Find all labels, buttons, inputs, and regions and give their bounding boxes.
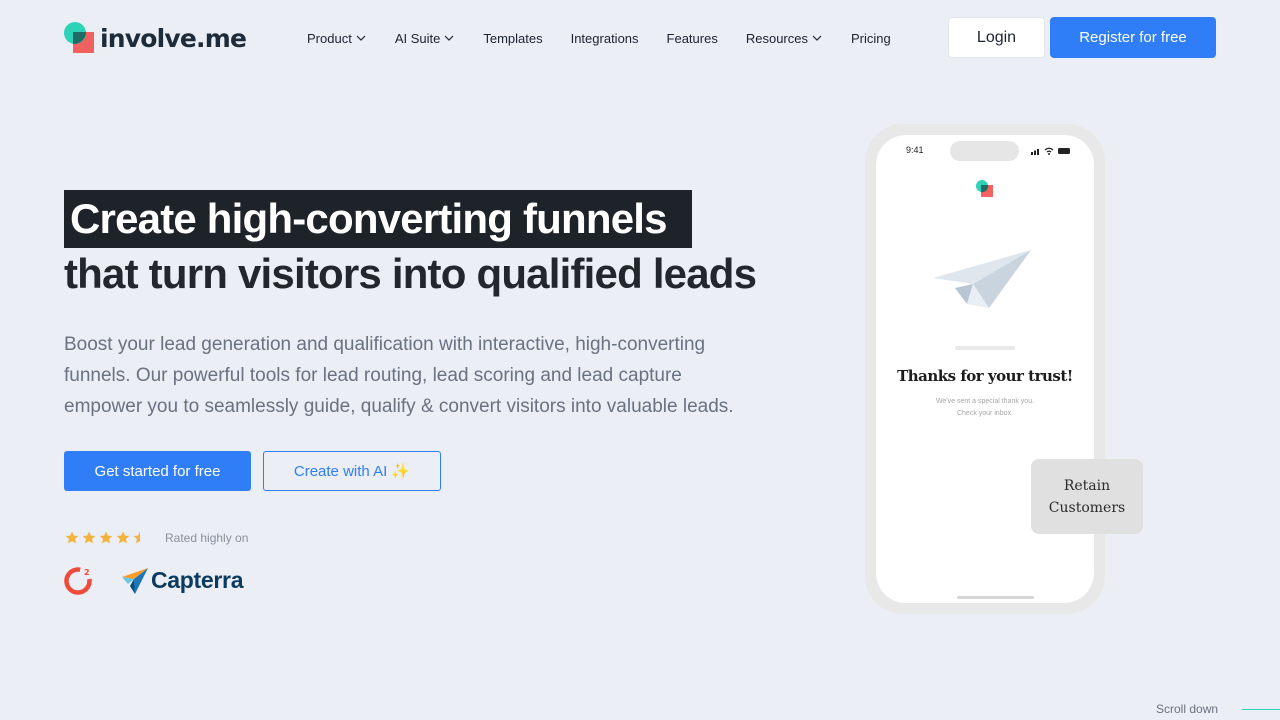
nav-item-templates[interactable]: Templates (483, 31, 542, 46)
hero-headline: Create high-converting funnels that turn… (64, 190, 757, 300)
nav-item-product[interactable]: Product (307, 31, 367, 46)
star-icon (116, 531, 130, 544)
nav-item-features[interactable]: Features (667, 31, 718, 46)
badge-line-1: Retain (1063, 477, 1111, 494)
capterra-arrow-icon (122, 568, 148, 594)
thanks-line-2: Check your inbox. (956, 410, 1014, 417)
site-header: involve.me Product AI Suite Templates In… (0, 0, 1280, 76)
star-icon (82, 531, 96, 544)
nav-label: Integrations (570, 30, 639, 46)
nav-label: Pricing (850, 30, 891, 46)
register-button[interactable]: Register for free (1050, 17, 1216, 58)
g2-superscript: 2 (84, 568, 90, 577)
nav-label: Templates (483, 30, 543, 46)
create-with-ai-button[interactable]: Create with AI ✨ (263, 451, 441, 491)
scroll-down-line (1242, 709, 1280, 710)
home-indicator (957, 596, 1034, 599)
nav-item-resources[interactable]: Resources (746, 31, 823, 46)
logo-mark-icon (64, 22, 96, 54)
headline-line-2: that turn visitors into qualified leads (64, 250, 757, 297)
status-time: 9:41 (906, 145, 924, 155)
nav-item-integrations[interactable]: Integrations (571, 31, 639, 46)
main-nav: Product AI Suite Templates Integrations … (307, 29, 919, 47)
dynamic-island (950, 141, 1019, 161)
nav-item-ai-suite[interactable]: AI Suite (395, 31, 456, 46)
star-icon (65, 531, 79, 544)
g2-logo-icon[interactable]: 2 (64, 565, 94, 595)
chevron-down-icon (812, 35, 822, 41)
mini-logo-icon (976, 180, 993, 197)
chevron-down-icon (356, 35, 366, 41)
logo-text: involve.me (100, 23, 247, 53)
badge-line-2: Customers (1048, 499, 1126, 516)
nav-label: Resources (745, 30, 808, 46)
half-star-icon (133, 531, 147, 544)
nav-item-pricing[interactable]: Pricing (851, 31, 891, 46)
thanks-subtitle: We've sent a special thank you. Check yo… (916, 396, 1054, 420)
chevron-down-icon (444, 35, 454, 41)
loading-bar (955, 346, 1015, 350)
involve-me-logo[interactable]: involve.me (64, 22, 247, 54)
nav-label: AI Suite (394, 30, 441, 46)
get-started-button[interactable]: Get started for free (64, 451, 251, 491)
nav-label: Features (666, 30, 718, 46)
login-button[interactable]: Login (948, 17, 1045, 58)
hero-description: Boost your lead generation and qualifica… (64, 334, 734, 417)
scroll-down-label[interactable]: Scroll down (1156, 702, 1218, 716)
rated-highly-text: Rated highly on (165, 531, 249, 545)
nav-label: Product (307, 30, 352, 46)
paper-plane-icon (933, 250, 1031, 308)
thanks-line-1: We've sent a special thank you. (935, 398, 1035, 405)
retain-customers-badge: Retain Customers (1031, 459, 1143, 534)
headline-highlighted: Create high-converting funnels (64, 190, 692, 248)
rating-stars (64, 530, 149, 546)
capterra-logo[interactable]: Capterra (121, 565, 244, 595)
capterra-text: Capterra (151, 566, 244, 593)
phone-mockup: 9:41 Thanks for your trust! We've sent a… (865, 124, 1105, 614)
star-icon (99, 531, 113, 544)
thanks-title: Thanks for your trust! (897, 367, 1073, 385)
status-icons (1031, 147, 1070, 155)
